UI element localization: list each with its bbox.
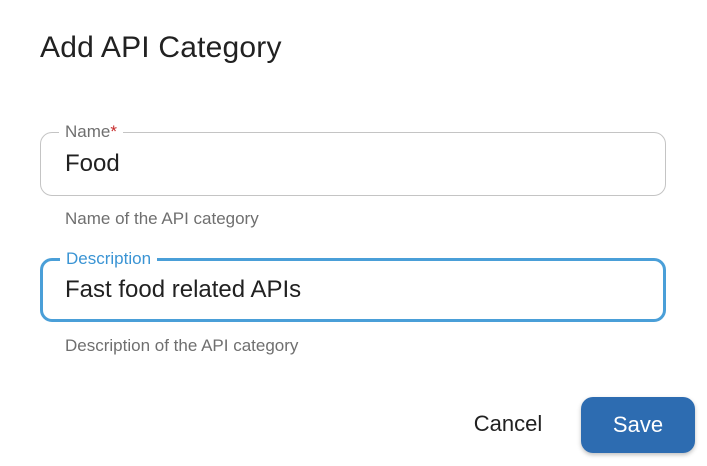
description-input[interactable]	[65, 261, 645, 319]
name-helper-text: Name of the API category	[65, 209, 259, 228]
description-helper-text: Description of the API category	[65, 336, 299, 355]
dialog-title: Add API Category	[40, 31, 282, 64]
description-field[interactable]: Description	[40, 249, 666, 322]
add-api-category-dialog: Add API Category Name* Name of the API c…	[0, 0, 707, 466]
name-field[interactable]: Name*	[40, 122, 666, 196]
save-button[interactable]: Save	[581, 397, 695, 453]
cancel-button[interactable]: Cancel	[458, 398, 558, 450]
name-input[interactable]	[65, 133, 645, 195]
